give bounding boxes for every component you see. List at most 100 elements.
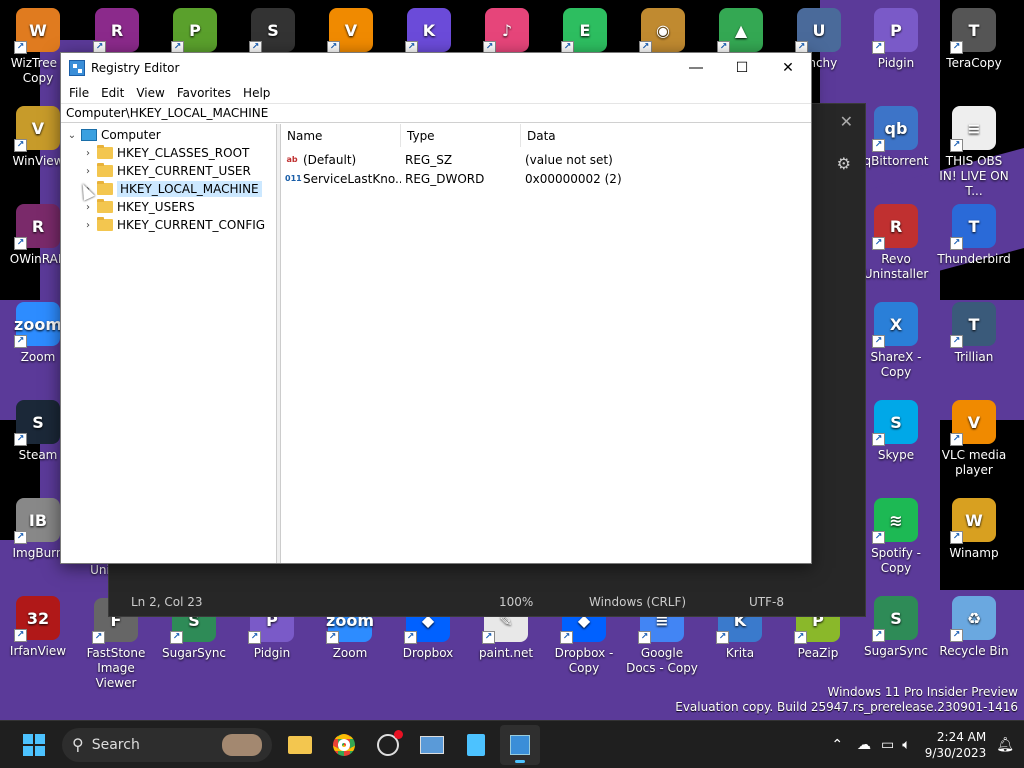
column-header-name[interactable]: Name <box>281 124 401 147</box>
menu-edit[interactable]: Edit <box>95 86 130 100</box>
clock-time: 2:24 AM <box>936 729 987 744</box>
desktop-icon[interactable]: R ↗ <box>80 8 154 56</box>
tree-item-label: HKEY_LOCAL_MACHINE <box>117 181 262 197</box>
desktop-icon[interactable]: W ↗ Winamp <box>937 498 1011 561</box>
notepad-settings-icon[interactable]: ⚙ <box>837 154 851 173</box>
value-row[interactable]: 011 ServiceLastKno... REG_DWORD 0x00000002 … <box>281 169 811 188</box>
desktop-icon[interactable]: P ↗ Pidgin <box>859 8 933 71</box>
desktop-icon[interactable]: R ↗ Revo Uninstaller <box>859 204 933 282</box>
menu-view[interactable]: View <box>130 86 170 100</box>
value-name: ServiceLastKno... <box>303 171 401 186</box>
desktop-icon[interactable]: S ↗ SugarSync <box>859 596 933 659</box>
expand-chevron-icon[interactable]: › <box>81 202 95 213</box>
app-icon: P ↗ <box>872 8 918 54</box>
address-bar[interactable]: Computer\HKEY_LOCAL_MACHINE <box>61 103 811 123</box>
desktop-icon[interactable]: T ↗ Trillian <box>937 302 1011 365</box>
values-list[interactable]: Name Type Data ab (Default) REG_SZ (value n… <box>281 124 811 563</box>
desktop-icon[interactable]: ▲ ↗ <box>704 8 778 56</box>
collapse-chevron-icon[interactable]: ⌄ <box>65 130 79 141</box>
tree-item-hkey-classes-root[interactable]: › HKEY_CLASSES_ROOT <box>61 144 276 162</box>
obs-button[interactable] <box>368 725 408 765</box>
desktop-icon-label: Dropbox - Copy <box>554 646 614 675</box>
desktop-icon[interactable]: S ↗ <box>236 8 310 56</box>
app-glyph: ▲ <box>734 20 748 40</box>
app-glyph: ◉ <box>656 20 670 40</box>
regedit-taskbar-button[interactable] <box>500 724 540 765</box>
shortcut-arrow-icon: ↗ <box>872 629 885 642</box>
app-glyph: V <box>31 118 45 138</box>
shortcut-arrow-icon: ↗ <box>872 433 885 446</box>
folder-icon <box>97 145 113 159</box>
app-glyph: W <box>29 20 47 40</box>
app-icon: X ↗ <box>872 302 918 348</box>
volume-icon[interactable]: 🔈︎ <box>902 737 910 753</box>
desktop-icon[interactable]: T ↗ TeraCopy <box>937 8 1011 71</box>
desktop-icon[interactable]: ≡ ↗ THIS OBS IN! LIVE ON T... <box>937 106 1011 199</box>
network-icon[interactable]: ▭ <box>881 737 894 753</box>
registry-editor-window[interactable]: Registry Editor ― ☐ ✕ File Edit View Fav… <box>60 52 812 564</box>
desktop-icon-label: SugarSync <box>161 646 227 660</box>
file-explorer-button[interactable] <box>280 725 320 765</box>
desktop-icon[interactable]: ♪ ↗ <box>470 8 544 56</box>
app-icon: W ↗ <box>14 8 60 54</box>
desktop-icon[interactable]: S ↗ Skype <box>859 400 933 463</box>
menu-favorites[interactable]: Favorites <box>171 86 237 100</box>
app-icon: P ↗ <box>171 8 217 54</box>
desktop-icon-label: TeraCopy <box>946 56 1002 70</box>
photos-button[interactable] <box>412 725 452 765</box>
notepad-taskbar-button[interactable] <box>456 725 496 765</box>
column-header-data[interactable]: Data <box>521 124 641 147</box>
photos-icon <box>420 735 444 754</box>
desktop-icon[interactable]: X ↗ ShareX - Copy <box>859 302 933 380</box>
desktop-icon[interactable]: 32 ↗ IrfanView <box>1 596 75 659</box>
chrome-button[interactable] <box>324 725 364 765</box>
desktop-icon[interactable]: ♻ ↗ Recycle Bin <box>937 596 1011 659</box>
start-button[interactable] <box>14 725 54 765</box>
desktop-icon[interactable]: V ↗ VLC media player <box>937 400 1011 478</box>
close-button[interactable]: ✕ <box>765 53 811 83</box>
expand-chevron-icon[interactable]: › <box>81 220 95 231</box>
tree-item-hkey-current-config[interactable]: › HKEY_CURRENT_CONFIG <box>61 216 276 234</box>
desktop-icon[interactable]: ◉ ↗ <box>626 8 700 56</box>
status-encoding: UTF-8 <box>749 595 784 609</box>
value-row[interactable]: ab (Default) REG_SZ (value not set) <box>281 150 811 169</box>
chrome-icon <box>333 733 355 756</box>
notification-bell-icon[interactable]: 🔔︎ <box>996 737 1014 753</box>
expand-chevron-icon[interactable]: › <box>81 166 95 177</box>
desktop-icon[interactable]: P ↗ <box>158 8 232 56</box>
maximize-button[interactable]: ☐ <box>719 53 765 83</box>
desktop-icon[interactable]: qb ↗ qBittorrent <box>859 106 933 169</box>
desktop-icon-label: Zoom <box>332 646 368 660</box>
taskbar: ⚲ Search ⌃ ☁ ▭ 🔈︎ 2:24 AM 9/30/2023 🔔︎ <box>0 720 1024 768</box>
clock[interactable]: 2:24 AM 9/30/2023 <box>925 729 987 761</box>
minimize-button[interactable]: ― <box>673 53 719 83</box>
registry-tree[interactable]: ⌄ Computer › HKEY_CLASSES_ROOT › HKEY_CURRE… <box>61 124 277 563</box>
app-icon: S ↗ <box>249 8 295 54</box>
desktop-icon[interactable]: ≋ ↗ Spotify - Copy <box>859 498 933 576</box>
tree-item-label: Computer <box>101 128 161 142</box>
folder-icon <box>97 199 113 213</box>
desktop-icon-label: PeaZip <box>797 646 839 660</box>
desktop-icon[interactable]: K ↗ <box>392 8 466 56</box>
menu-file[interactable]: File <box>63 86 95 100</box>
desktop-icon[interactable]: T ↗ Thunderbird <box>937 204 1011 267</box>
app-glyph: V <box>967 412 981 432</box>
notepad-close-button[interactable]: ✕ <box>840 112 853 131</box>
tree-item-hkey-users[interactable]: › HKEY_USERS <box>61 198 276 216</box>
onedrive-icon[interactable]: ☁ <box>857 737 871 753</box>
app-glyph: X <box>889 314 903 334</box>
chevron-up-icon[interactable]: ⌃ <box>831 737 843 753</box>
tree-item-computer[interactable]: ⌄ Computer <box>61 126 276 144</box>
desktop-icon[interactable]: V ↗ <box>314 8 388 56</box>
title-bar[interactable]: Registry Editor ― ☐ ✕ <box>61 53 811 83</box>
column-header-type[interactable]: Type <box>401 124 521 147</box>
taskbar-search[interactable]: ⚲ Search <box>62 727 272 762</box>
tree-item-hkey-current-user[interactable]: › HKEY_CURRENT_USER <box>61 162 276 180</box>
app-glyph: ♪ <box>501 20 513 40</box>
desktop-icon-label: FastStone Image Viewer <box>86 646 146 690</box>
expand-chevron-icon[interactable]: › <box>81 148 95 159</box>
desktop-icon[interactable]: E ↗ <box>548 8 622 56</box>
app-icon: U ↗ <box>795 8 841 54</box>
shortcut-arrow-icon: ↗ <box>872 531 885 544</box>
menu-help[interactable]: Help <box>237 86 276 100</box>
